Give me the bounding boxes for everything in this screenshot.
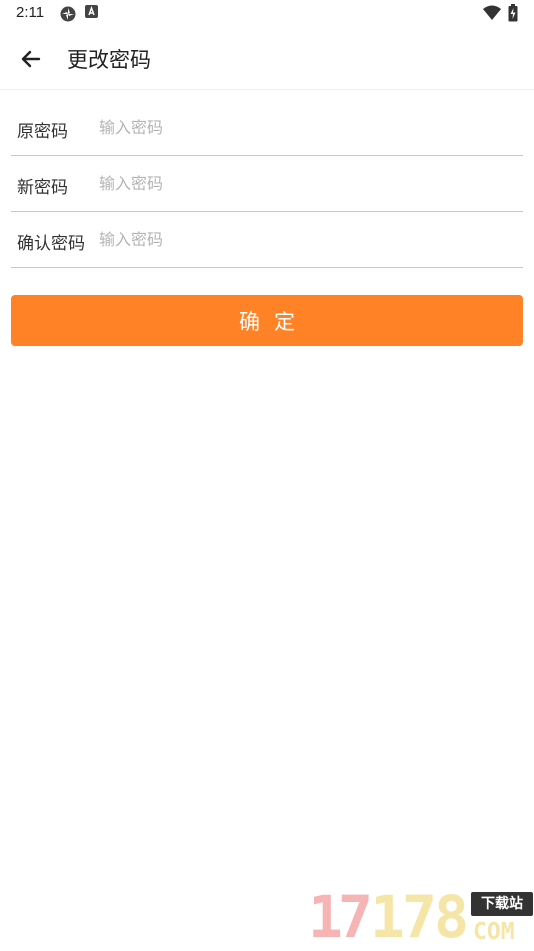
back-arrow-icon[interactable] [14, 42, 48, 76]
watermark-digit: 7 [402, 883, 437, 951]
watermark-tag: 下载站 [471, 892, 533, 916]
confirm-password-row: 确认密码 [11, 212, 523, 268]
password-form: 原密码 新密码 确认密码 [11, 100, 523, 268]
watermark-digit: 7 [338, 883, 373, 951]
app-notification-icon [85, 5, 98, 18]
old-password-row: 原密码 [11, 100, 523, 156]
status-bar: 2:11 [0, 0, 534, 28]
new-password-input[interactable] [99, 168, 509, 198]
watermark-logo: 1 7 1 7 8 下载站 COM [308, 886, 534, 950]
new-password-label: 新密码 [17, 178, 68, 198]
watermark-digit: 8 [434, 883, 469, 951]
battery-icon [508, 4, 518, 22]
app-bar: 更改密码 [0, 28, 534, 90]
confirm-password-input[interactable] [99, 224, 509, 254]
status-time: 2:11 [16, 4, 45, 21]
watermark-suffix: COM [473, 919, 515, 945]
confirm-button[interactable]: 确定 [11, 295, 523, 346]
confirm-password-label: 确认密码 [17, 234, 85, 254]
page-title: 更改密码 [67, 48, 151, 72]
sync-icon [60, 6, 76, 22]
new-password-row: 新密码 [11, 156, 523, 212]
wifi-icon [483, 5, 501, 20]
old-password-input[interactable] [99, 112, 509, 142]
old-password-label: 原密码 [17, 122, 68, 142]
watermark-digit: 1 [370, 883, 405, 951]
